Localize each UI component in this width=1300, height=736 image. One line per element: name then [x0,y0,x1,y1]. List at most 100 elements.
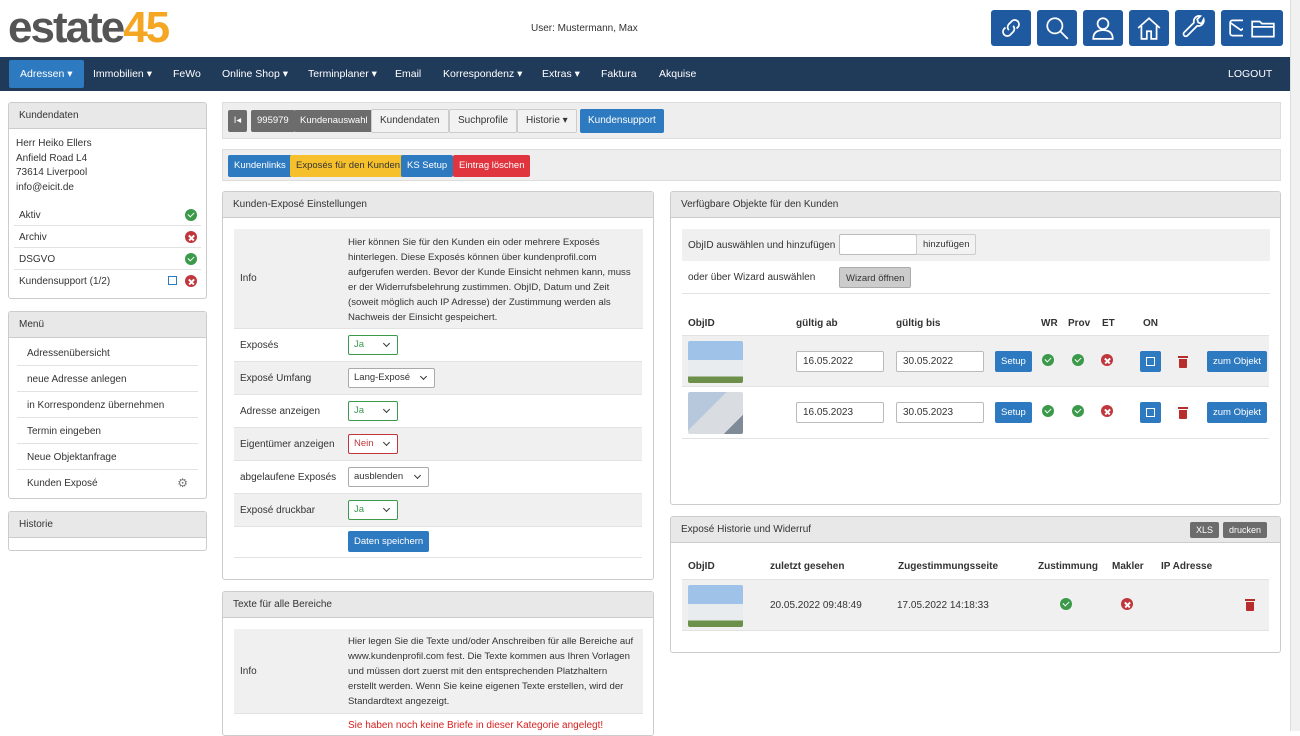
nav-korrespondenz[interactable]: Korrespondenz ▾ [443,57,522,91]
setup-button[interactable]: Setup [995,402,1032,423]
object-thumbnail[interactable] [688,392,743,434]
trash-icon[interactable] [1178,407,1188,419]
wr-check-icon [1042,405,1054,417]
setting-expose-umfang: Exposé Umfang Lang-Exposé [234,362,642,395]
nav-email[interactable]: Email [395,57,421,91]
et-cross-icon [1101,405,1113,417]
valid-from-input[interactable]: 16.05.2022 [796,351,884,372]
zum-objekt-button[interactable]: zum Objekt [1207,402,1268,423]
customer-email: info@eicit.de [16,181,74,193]
save-row: Daten speichern [234,527,642,558]
tab-kundendaten[interactable]: Kundendaten [371,109,449,133]
setting-eigentuemer: Eigentümer anzeigen Nein [234,428,642,461]
customer-city: 73614 Liverpool [16,167,88,178]
scrollbar[interactable] [1290,0,1300,731]
status-kundensupport: Kundensupport (1/2) [14,270,201,292]
setup-button[interactable]: Setup [995,351,1032,372]
external-link-icon[interactable] [168,276,177,285]
abgelaufene-select[interactable]: ausblenden [348,467,429,487]
col-zustimmung: Zustimmung [1038,561,1098,572]
menu-item-adressenuebersicht[interactable]: Adressenübersicht [17,340,198,366]
cross-icon [185,231,197,243]
objects-panel: Verfügbare Objekte für den Kunden ObjID … [670,191,1281,505]
object-thumbnail[interactable] [688,585,743,627]
tab-suchprofile[interactable]: Suchprofile [449,109,518,133]
subtab-kundenlinks[interactable]: Kundenlinks [228,155,292,177]
object-row: 16.05.2023 30.05.2023 Setup zum Objekt [682,387,1269,439]
logo: estate45 [8,3,170,52]
setting-druckbar: Exposé druckbar Ja [234,494,642,527]
customer-id[interactable]: 995979 [251,110,295,132]
menu-item-kunden-expose[interactable]: Kunden Exposé ⚙ [17,470,198,496]
exposes-select[interactable]: Ja [348,335,398,355]
edit-icon[interactable] [1140,402,1161,423]
menu-item-termin[interactable]: Termin eingeben [17,418,198,444]
user-icon[interactable] [1083,10,1123,46]
nav-faktura[interactable]: Faktura [601,57,637,91]
menu-item-objektanfrage[interactable]: Neue Objektanfrage [17,444,198,470]
tab-kundensupport[interactable]: Kundensupport [580,109,664,133]
print-button[interactable]: drucken [1223,522,1268,538]
objid-input[interactable] [839,234,917,255]
subtab-ks-setup[interactable]: KS Setup [401,155,454,177]
wrench-icon[interactable] [1175,10,1215,46]
wizard-button[interactable]: Wizard öffnen [839,267,912,288]
subtab-eintrag-loeschen[interactable]: Eintrag löschen [453,155,531,177]
expose-history-panel: Exposé Historie und Widerruf XLS drucken… [670,516,1281,653]
search-icon[interactable] [1037,10,1077,46]
et-cross-icon [1101,354,1113,366]
texts-info-label: Info [240,666,257,677]
trash-icon[interactable] [1245,599,1255,611]
col-prov: Prov [1068,318,1091,329]
umfang-select[interactable]: Lang-Exposé [348,368,435,388]
valid-to-input[interactable]: 30.05.2023 [896,402,984,423]
settings-title: Kunden-Exposé Einstellungen [223,192,653,218]
eigentuemer-select[interactable]: Nein [348,434,398,454]
nav-immobilien[interactable]: Immobilien ▾ [93,57,152,91]
tabs-bar: I◂ 995979 Kundenauswahl Kundendaten Such… [222,102,1281,139]
wizard-label: oder über Wizard auswählen [688,272,816,283]
valid-from-input[interactable]: 16.05.2023 [796,402,884,423]
nav-terminplaner[interactable]: Terminplaner ▾ [308,57,377,91]
back-icon[interactable]: I◂ [228,110,247,132]
folder-icon[interactable] [1243,10,1283,46]
tab-kundenauswahl[interactable]: Kundenauswahl [294,110,374,132]
last-seen: 20.05.2022 09:48:49 [770,600,862,611]
texts-title: Texte für alle Bereiche [223,592,653,618]
nav-online-shop[interactable]: Online Shop ▾ [222,57,288,91]
menu-item-korrespondenz[interactable]: in Korrespondenz übernehmen [17,392,198,418]
texts-warning: Sie haben noch keine Briefe in dieser Ka… [348,720,604,731]
col-ip-adresse: IP Adresse [1161,561,1213,572]
customer-panel: Kundendaten Herr Heiko Ellers Anfield Ro… [8,102,207,299]
valid-to-input[interactable]: 30.05.2022 [896,351,984,372]
add-button[interactable]: hinzufügen [916,234,977,255]
texts-info-row: Info Hier legen Sie die Texte und/oder A… [234,629,643,714]
link-icon[interactable] [991,10,1031,46]
logout-link[interactable]: LOGOUT [1228,57,1272,91]
agreed-at: 17.05.2022 14:18:33 [897,600,989,611]
texts-panel: Texte für alle Bereiche Info Hier legen … [222,591,654,736]
edit-icon[interactable] [1140,351,1161,372]
zum-objekt-button[interactable]: zum Objekt [1207,351,1268,372]
col-zugestimmungsseite: Zugestimmungsseite [898,561,999,572]
druckbar-select[interactable]: Ja [348,500,398,520]
nav-extras[interactable]: Extras ▾ [542,57,580,91]
check-icon [185,209,197,221]
menu-item-neue-adresse[interactable]: neue Adresse anlegen [17,366,198,392]
tab-historie[interactable]: Historie ▾ [517,109,577,133]
adresse-select[interactable]: Ja [348,401,398,421]
customer-street: Anfield Road L4 [16,152,88,164]
nav-akquise[interactable]: Akquise [659,57,696,91]
object-thumbnail[interactable] [688,341,743,383]
trash-icon[interactable] [1178,356,1188,368]
save-button[interactable]: Daten speichern [348,531,430,552]
info-label: Info [240,273,257,284]
nav-adressen[interactable]: Adressen ▾ [9,60,84,88]
subtab-exposes[interactable]: Exposés für den Kunden [290,155,407,177]
settings-info-row: Info Hier können Sie für den Kunden ein … [234,229,643,329]
xls-button[interactable]: XLS [1190,522,1220,538]
status-aktiv: Aktiv [14,204,201,226]
home-icon[interactable] [1129,10,1169,46]
settings-panel: Kunden-Exposé Einstellungen Info Hier kö… [222,191,654,580]
nav-fewo[interactable]: FeWo [173,57,201,91]
